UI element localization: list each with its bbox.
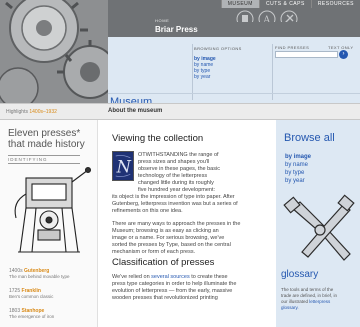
era-gutenberg[interactable]: 1400s Gutenberg The man behind movable t… bbox=[9, 268, 70, 280]
tab-resources[interactable]: RESOURCES bbox=[310, 0, 360, 8]
viewing-collection-heading: Viewing the collection bbox=[112, 133, 204, 144]
browse-all-by-image[interactable]: by image bbox=[285, 153, 311, 161]
find-presses-input[interactable] bbox=[275, 51, 338, 58]
site-header: MUSEUM CUTS & CAPS RESOURCES A HOME Bria… bbox=[0, 0, 360, 120]
letterpress-glossary-link[interactable]: letterpress bbox=[309, 299, 330, 304]
highlights-bar: Highlights 1400s–1932 About the museum bbox=[0, 103, 360, 120]
glossary-link[interactable]: glossary. bbox=[281, 305, 299, 310]
browse-all-heading: Browse all bbox=[284, 132, 335, 144]
intro-line: observe in these pages, the basic bbox=[138, 166, 220, 172]
find-presses-label: FIND PRESSES bbox=[275, 45, 310, 50]
browse-by-year-link[interactable]: by year bbox=[194, 74, 216, 80]
glossary-description: The tools and terms of the trade are def… bbox=[281, 287, 355, 311]
intro-line: changed little during its roughly bbox=[138, 180, 214, 186]
classification-line: evolution of letterpress — from the earl… bbox=[112, 288, 233, 294]
eleven-presses-heading[interactable]: Eleven presses* that made history bbox=[8, 128, 97, 150]
glossary-line: our illustrated bbox=[281, 299, 309, 304]
site-title-strip: HOME Briar Press bbox=[108, 18, 360, 37]
browsing-line: Museum; browsing is as easy as clicking … bbox=[112, 228, 219, 234]
panel-divider bbox=[272, 44, 273, 100]
home-link[interactable]: HOME bbox=[155, 18, 169, 23]
browse-all-by-type[interactable]: by type bbox=[285, 169, 311, 177]
classification-suffix: to create these bbox=[191, 274, 228, 280]
browse-options-list: by image by name by type by year bbox=[194, 56, 216, 80]
browsing-options-label: BROWSING OPTIONS bbox=[194, 46, 242, 51]
browsing-paragraph: There are many ways to approach the pres… bbox=[112, 221, 240, 256]
classification-prefix: We've relied on bbox=[112, 274, 150, 280]
era-description: The emergence of iron bbox=[9, 314, 55, 319]
intro-paragraph-full: its object is the impression of type int… bbox=[112, 194, 238, 215]
highlights-column: Eleven presses* that made history IDENTI… bbox=[0, 120, 98, 327]
browse-all-links: by image by name by type by year bbox=[285, 153, 311, 185]
classification-line: wooden presses that revolutionized print… bbox=[112, 295, 218, 301]
browse-all-by-name[interactable]: by name bbox=[285, 161, 311, 169]
find-go-button[interactable]: › bbox=[339, 50, 348, 59]
intro-line: Gutenberg, letterpress invention was but… bbox=[112, 201, 238, 207]
browsing-line: mechanism or form of each press. bbox=[112, 249, 196, 255]
gears-hero-image bbox=[0, 0, 108, 103]
intro-line: press sizes and shapes you'll bbox=[138, 159, 210, 165]
browsing-line: There are many ways to approach the pres… bbox=[112, 221, 241, 227]
browse-sidebar: Browse all by image by name by type by y… bbox=[276, 120, 360, 327]
museum-options-panel: BROWSING OPTIONS by image by name by typ… bbox=[108, 37, 360, 108]
intro-line: technology of the letterpress bbox=[138, 173, 208, 179]
era-description: Ben's common classic bbox=[9, 294, 54, 299]
dropcap-n-ornament: N bbox=[112, 151, 134, 181]
tab-museum[interactable]: MUSEUM bbox=[220, 0, 259, 8]
highlights-range-link[interactable]: 1400s–1932 bbox=[29, 109, 57, 115]
era-stanhope[interactable]: 1803 Stanhope The emergence of iron bbox=[9, 308, 54, 320]
several-sources-link[interactable]: several sources bbox=[151, 274, 190, 280]
classification-first-line: We've relied on several sources to creat… bbox=[112, 274, 236, 281]
about-museum-heading: About the museum bbox=[108, 108, 163, 114]
highlights-prefix: Highlights bbox=[6, 109, 28, 115]
intro-line: its object is the impression of type int… bbox=[112, 194, 235, 200]
classification-line: press type categories in order to help i… bbox=[112, 281, 237, 287]
highlights-label: Highlights 1400s–1932 bbox=[6, 109, 57, 115]
glossary-heading[interactable]: glossary bbox=[281, 269, 318, 280]
printing-press-illustration[interactable] bbox=[6, 164, 92, 260]
browsing-line: image or a name. For serious browsing, w… bbox=[112, 235, 225, 241]
intro-line: refinements on this one idea. bbox=[112, 208, 183, 214]
era-description: The man behind movable type bbox=[9, 274, 70, 279]
intro-line: OTWITHSTANDING the range of bbox=[138, 152, 219, 158]
text-only-link[interactable]: TEXT ONLY bbox=[328, 45, 353, 50]
browse-all-by-year[interactable]: by year bbox=[285, 177, 311, 185]
intro-line: five hundred year development: bbox=[138, 187, 216, 193]
intro-paragraph-wrap: OTWITHSTANDING the range of press sizes … bbox=[138, 152, 220, 194]
classification-paragraph: We've relied on several sources to creat… bbox=[112, 274, 236, 302]
tab-cuts-caps[interactable]: CUTS & CAPS bbox=[258, 0, 311, 8]
classification-heading: Classification of presses bbox=[112, 257, 215, 268]
panel-divider bbox=[192, 44, 193, 100]
main-tabs: MUSEUM CUTS & CAPS RESOURCES bbox=[220, 0, 360, 8]
browsing-line: sorted the presses by Type, based on the… bbox=[112, 242, 231, 248]
site-title[interactable]: Briar Press bbox=[155, 25, 198, 34]
main-content: Viewing the collection N OTWITHSTANDING … bbox=[106, 120, 276, 327]
svg-text:N: N bbox=[116, 157, 132, 176]
identifying-subheading: IDENTIFYING bbox=[8, 155, 80, 164]
era-franklin[interactable]: 1725 Franklin Ben's common classic bbox=[9, 288, 53, 300]
type-wrench-illustration[interactable] bbox=[282, 194, 356, 266]
